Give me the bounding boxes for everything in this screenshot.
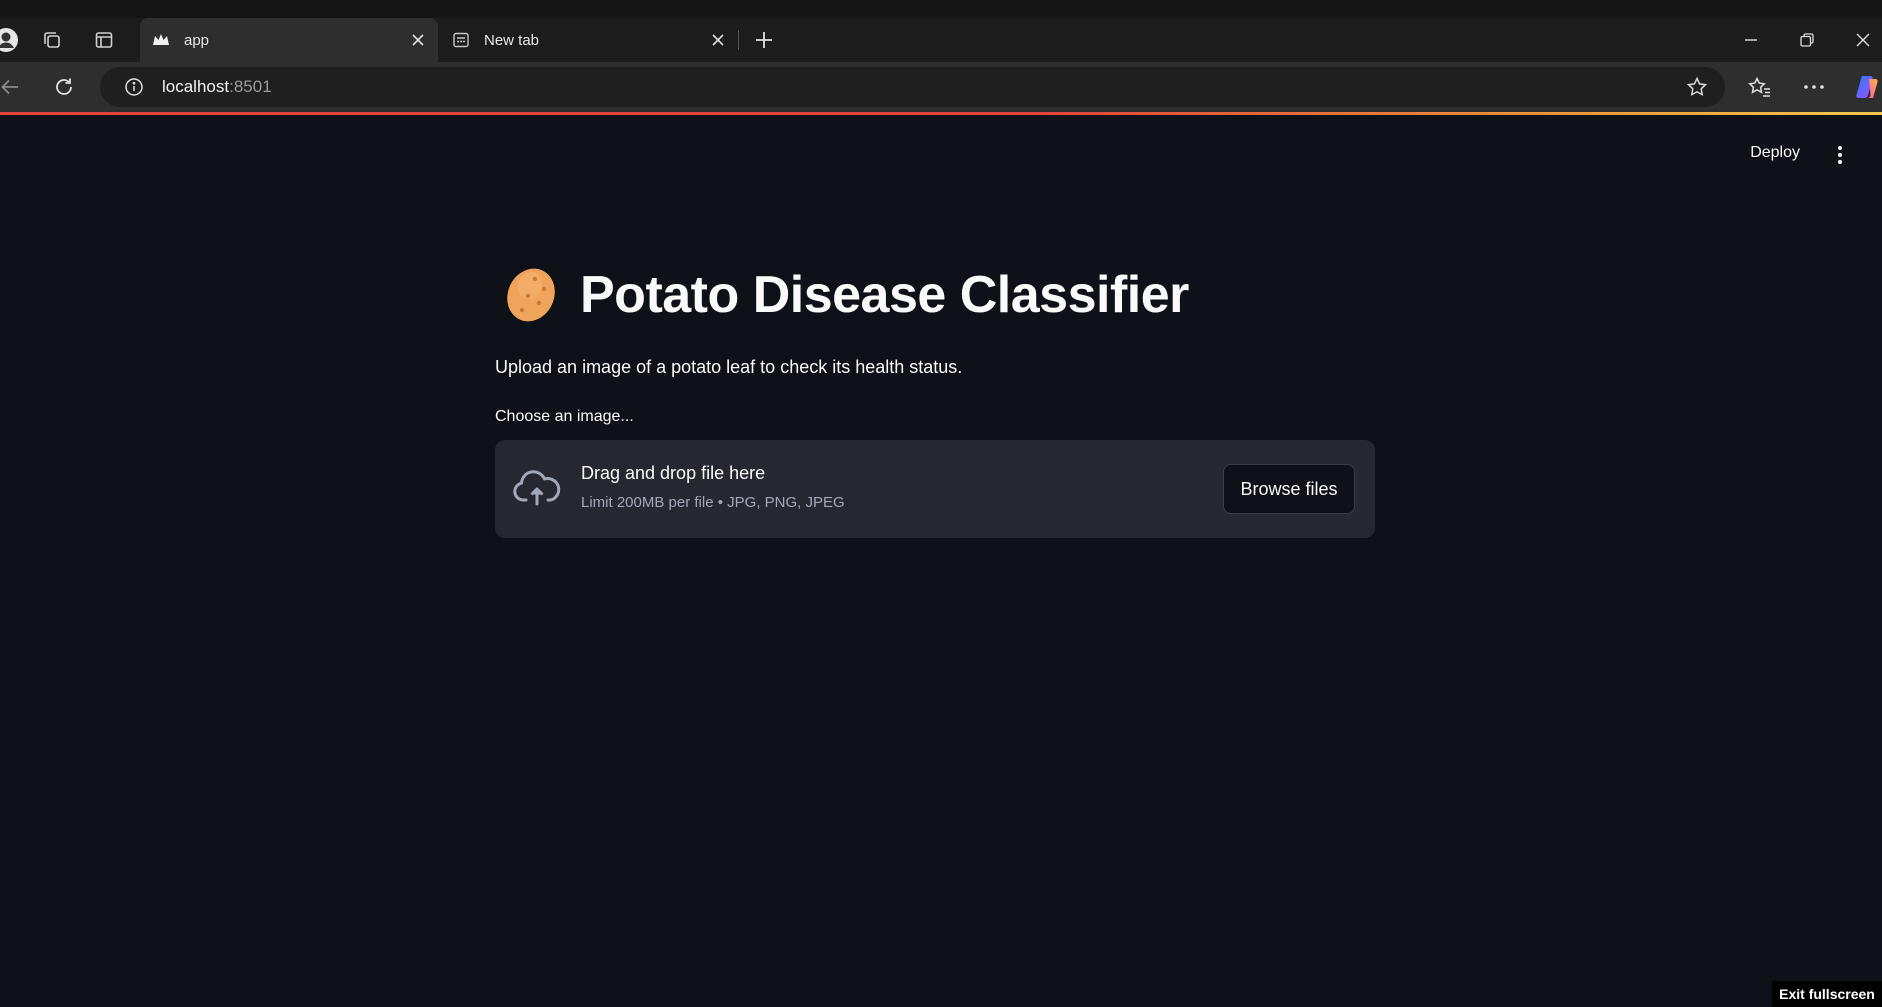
url-port: :8501 xyxy=(229,77,272,96)
cloud-upload-icon xyxy=(513,470,561,506)
tab-title: app xyxy=(184,31,210,49)
tab-separator xyxy=(738,30,739,50)
page-title: Potato Disease Classifier xyxy=(580,266,1189,324)
close-icon[interactable] xyxy=(404,26,432,54)
address-bar[interactable]: localhost:8501 xyxy=(100,67,1725,107)
restore-icon[interactable] xyxy=(1780,18,1834,62)
new-tab-icon xyxy=(452,31,470,49)
deploy-button[interactable]: Deploy xyxy=(1744,143,1806,163)
page-description: Upload an image of a potato leaf to chec… xyxy=(495,357,963,377)
tab-new-tab[interactable]: New tab xyxy=(440,18,738,62)
streamlit-crown-icon xyxy=(152,31,170,49)
url-host: localhost xyxy=(162,77,230,96)
tab-app[interactable]: app xyxy=(140,18,438,62)
main-menu-icon[interactable] xyxy=(1828,143,1852,167)
file-dropzone[interactable]: Drag and drop file here Limit 200MB per … xyxy=(495,440,1375,538)
collections-icon[interactable] xyxy=(32,18,72,62)
dropzone-limit: Limit 200MB per file • JPG, PNG, JPEG xyxy=(581,494,845,511)
favorites-icon[interactable] xyxy=(1740,67,1780,107)
window-close-icon[interactable] xyxy=(1836,18,1882,62)
tab-title: New tab xyxy=(484,31,540,49)
dropzone-text: Drag and drop file here Limit 200MB per … xyxy=(581,463,845,511)
site-info-icon[interactable] xyxy=(114,67,154,107)
exit-fullscreen-button[interactable]: Exit fullscreen xyxy=(1772,981,1882,1007)
close-icon[interactable] xyxy=(704,26,732,54)
main-content: Potato Disease Classifier Upload an imag… xyxy=(495,255,1375,538)
refresh-icon[interactable] xyxy=(44,67,84,107)
uploader-label: Choose an image... xyxy=(495,408,634,425)
app-page: Deploy Potato Disease Classifier Upload … xyxy=(0,115,1882,1007)
url-text: localhost:8501 xyxy=(162,77,272,97)
new-tab-plus-icon[interactable] xyxy=(744,18,784,62)
browser-toolbar: localhost:8501 xyxy=(0,62,1882,112)
minimize-icon[interactable] xyxy=(1724,18,1778,62)
potato-icon xyxy=(507,268,555,322)
browse-files-button[interactable]: Browse files xyxy=(1223,464,1355,514)
tab-actions-icon[interactable] xyxy=(84,18,124,62)
dropzone-instruction: Drag and drop file here xyxy=(581,463,766,483)
more-options-icon[interactable] xyxy=(1794,67,1834,107)
profile-icon[interactable] xyxy=(0,18,26,62)
back-arrow-icon[interactable] xyxy=(0,67,30,107)
favorite-star-icon[interactable] xyxy=(1681,71,1713,103)
browser-tabstrip: app New tab xyxy=(0,0,1882,62)
copilot-icon[interactable] xyxy=(1848,67,1882,107)
title-row: Potato Disease Classifier xyxy=(495,255,1375,335)
